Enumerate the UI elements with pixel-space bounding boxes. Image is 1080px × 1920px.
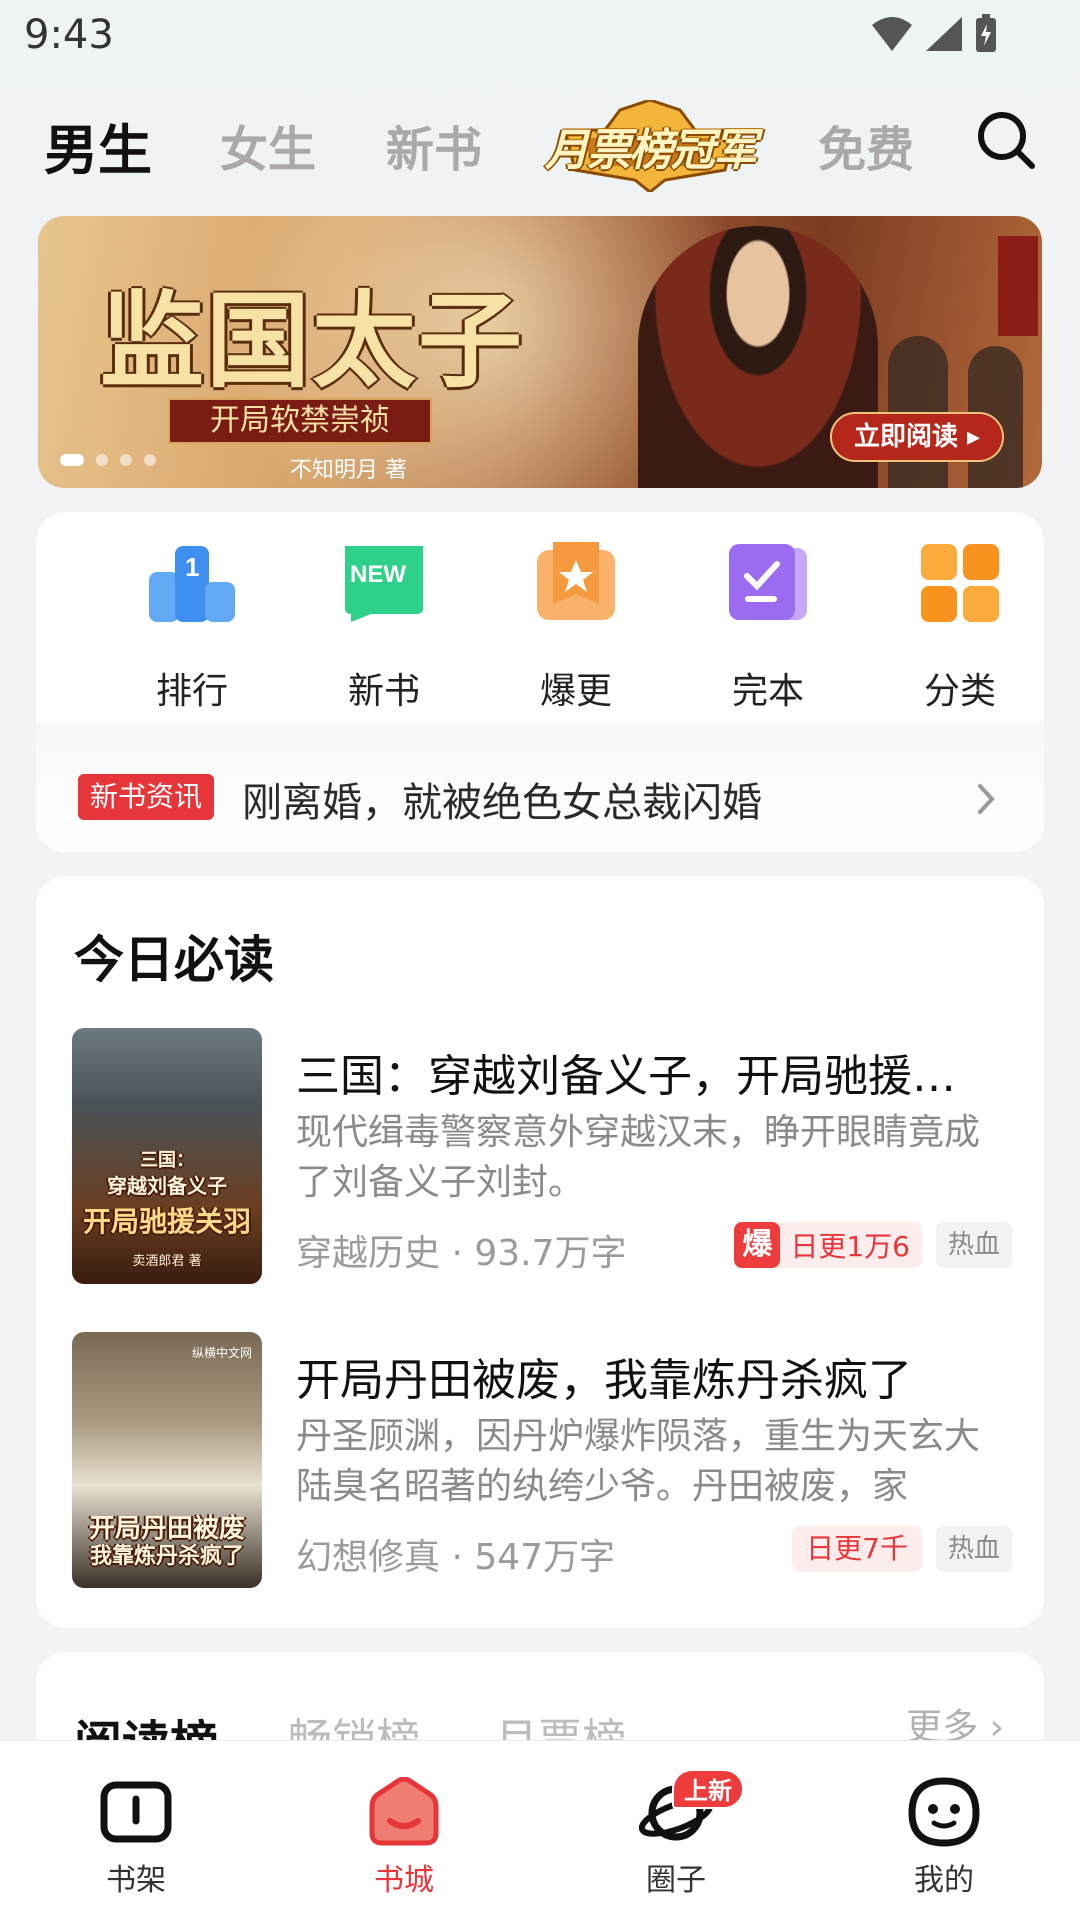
svg-text:NEW: NEW	[350, 561, 406, 588]
genre-tag: 热血	[935, 1222, 1012, 1268]
book-item[interactable]: 三国： 穿越刘备义子 开局驰援关羽 卖酒郎君 著 三国：穿越刘备义子，开局驰援……	[72, 1028, 1012, 1284]
update-rate-badge: 爆 日更1万6	[734, 1222, 922, 1268]
cover-title-line: 三国：	[140, 1150, 194, 1171]
finished-icon	[725, 542, 811, 624]
book-cover[interactable]: 三国： 穿越刘备义子 开局驰援关羽 卖酒郎君 著	[72, 1028, 262, 1284]
battery-icon	[976, 14, 996, 52]
section-title: 今日必读	[74, 931, 274, 989]
cover-title-line: 开局驰援关羽	[82, 1205, 251, 1238]
search-icon[interactable]	[976, 110, 1036, 170]
news-tag: 新书资讯	[78, 774, 215, 820]
ranking-icon: 1	[149, 542, 235, 624]
entry-label: 爆更	[539, 671, 612, 712]
svg-text:1: 1	[185, 552, 199, 582]
tab-free[interactable]: 免费	[818, 110, 914, 180]
banner-dot[interactable]	[96, 454, 108, 466]
book-item[interactable]: 纵横中文网 开局丹田被废 我靠炼丹杀疯了 开局丹田被废，我靠炼丹杀疯了 丹圣顾渊…	[72, 1332, 1012, 1588]
entry-label: 排行	[155, 671, 228, 712]
banner-title: 监国太子	[100, 279, 525, 402]
hot-badge: 爆	[734, 1222, 781, 1268]
must-read-section: 今日必读 三国： 穿越刘备义子 开局驰援关羽 卖酒郎君 著 三国：穿越刘备义子，…	[36, 876, 1044, 1628]
status-bar: 9:43	[0, 0, 1080, 72]
news-headline[interactable]: 刚离婚，就被绝色女总裁闪婚	[242, 770, 762, 828]
entry-label: 完本	[731, 671, 804, 712]
banner-flag-image	[998, 236, 1038, 336]
signal-icon	[926, 17, 962, 51]
cover-author: 卖酒郎君 著	[132, 1254, 202, 1269]
entry-label: 新书	[347, 671, 420, 712]
bookstore-icon	[366, 1776, 442, 1847]
entry-category[interactable]: 分类	[880, 542, 1040, 714]
nav-bookshelf[interactable]: 书架	[56, 1777, 216, 1899]
update-rate: 日更1万6	[790, 1230, 910, 1263]
wifi-icon	[872, 17, 912, 51]
banner-subtitle: 开局软禁崇祯	[168, 398, 432, 444]
cover-publisher: 纵横中文网	[191, 1346, 252, 1360]
news-ticker[interactable]: 新书资讯 刚离婚，就被绝色女总裁闪婚	[36, 722, 1044, 852]
nav-label: 书架	[106, 1863, 166, 1898]
genre-tag: 热血	[935, 1526, 1012, 1572]
quick-entry-grid: 1 排行 NEW 新书 爆更 完本 分类	[36, 542, 1044, 712]
top-channel-nav: 男生 女生 新书 月票榜冠军 免费	[0, 88, 1080, 198]
read-now-button[interactable]: 立即阅读 ▸	[830, 412, 1005, 462]
new-badge: 上新	[672, 1769, 744, 1809]
book-meta: 幻想修真 · 547万字	[296, 1537, 616, 1578]
book-tags: 爆 日更1万6 热血	[734, 1222, 1012, 1268]
category-icon	[917, 542, 1003, 624]
entry-label: 分类	[923, 671, 996, 712]
book-description: 丹圣顾渊，因丹炉爆炸陨落，重生为天玄大陆臭名昭著的纨绔少爷。丹田被废，家	[296, 1416, 981, 1507]
nav-label: 我的	[914, 1863, 974, 1898]
promo-banner[interactable]: 监国太子 开局软禁崇祯 不知明月 著 立即阅读 ▸	[38, 216, 1042, 488]
nav-label: 书城	[374, 1863, 434, 1898]
book-title[interactable]: 开局丹田被废，我靠炼丹杀疯了	[296, 1344, 1012, 1408]
quick-entry-card: 1 排行 NEW 新书 爆更 完本 分类 新书资讯 刚离婚，就被绝色女总裁闪婚	[36, 512, 1044, 852]
nav-label: 圈子	[646, 1863, 706, 1898]
status-time: 9:43	[24, 12, 114, 58]
cover-title-line: 穿越刘备义子	[107, 1174, 227, 1198]
update-rate: 日更7千	[792, 1526, 922, 1572]
entry-ranking[interactable]: 1 排行	[112, 542, 272, 714]
book-title[interactable]: 三国：穿越刘备义子，开局驰援…	[296, 1040, 1012, 1104]
book-meta: 穿越历史 · 93.7万字	[296, 1233, 627, 1274]
tab-male[interactable]: 男生	[44, 106, 152, 185]
entry-hot-update[interactable]: 爆更	[496, 542, 656, 714]
tab-new-books[interactable]: 新书	[386, 110, 482, 180]
cover-title-line: 我靠炼丹杀疯了	[89, 1543, 244, 1569]
entry-finished[interactable]: 完本	[688, 542, 848, 714]
book-tags: 日更7千 热血	[792, 1526, 1012, 1572]
book-cover[interactable]: 纵横中文网 开局丹田被废 我靠炼丹杀疯了	[72, 1332, 262, 1588]
banner-pagination	[60, 454, 156, 466]
banner-dot-active[interactable]	[60, 454, 84, 466]
banner-dot[interactable]	[144, 454, 156, 466]
status-icons	[870, 14, 998, 54]
entry-new-books[interactable]: NEW 新书	[304, 542, 464, 714]
new-icon: NEW	[341, 542, 427, 624]
tab-female[interactable]: 女生	[220, 110, 316, 180]
nav-bookstore[interactable]: 书城	[324, 1776, 484, 1899]
monthly-ticket-champion-badge[interactable]: 月票榜冠军	[545, 100, 757, 192]
bookshelf-icon	[98, 1777, 174, 1847]
chevron-right-icon	[978, 784, 995, 814]
profile-icon	[906, 1777, 982, 1847]
banner-author: 不知明月 著	[290, 458, 407, 483]
banner-dot[interactable]	[120, 454, 132, 466]
book-description: 现代缉毒警察意外穿越汉末，睁开眼睛竟成了刘备义子刘封。	[296, 1112, 981, 1203]
bottom-tab-bar: 书架 书城 圈子 上新 我的	[0, 1740, 1080, 1920]
monthly-badge-label: 月票榜冠军	[545, 125, 757, 176]
star-book-icon	[533, 542, 619, 624]
nav-profile[interactable]: 我的	[864, 1777, 1024, 1899]
